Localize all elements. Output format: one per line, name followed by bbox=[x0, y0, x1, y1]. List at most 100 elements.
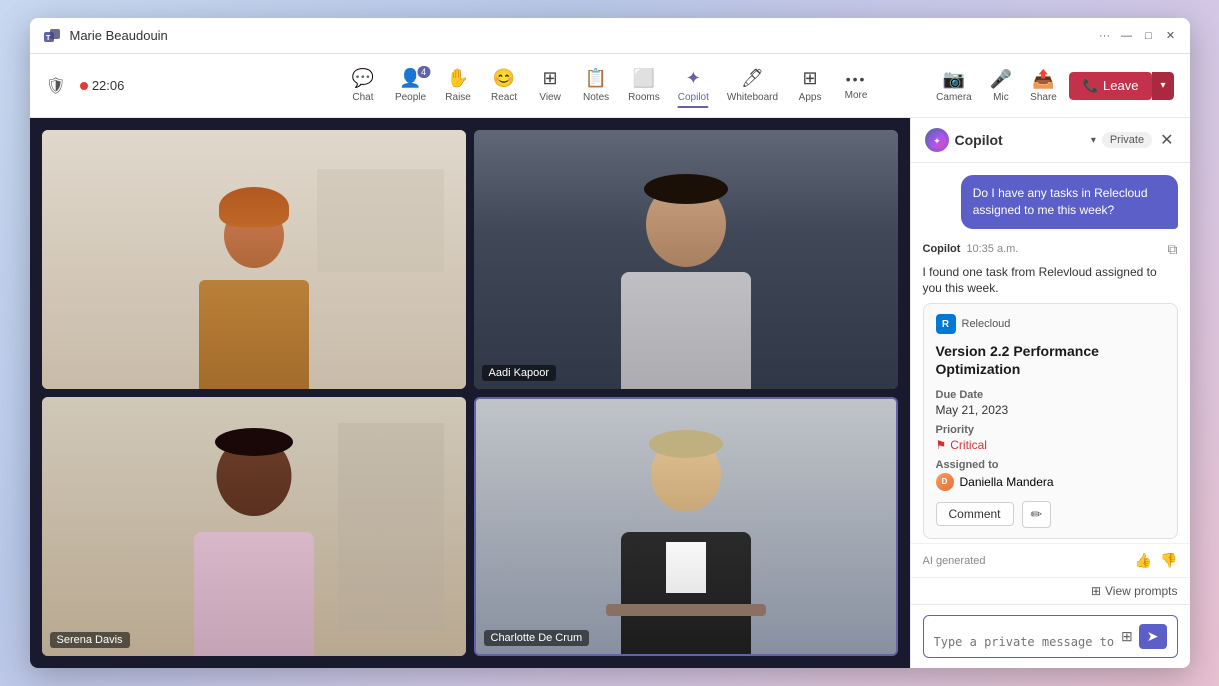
teams-window: T Marie Beaudouin ··· — □ ✕ 🛡 22:06 💬 Ch… bbox=[30, 18, 1190, 668]
svg-text:T: T bbox=[46, 35, 51, 42]
window-title: Marie Beaudouin bbox=[70, 28, 1098, 43]
video-grid: Aadi Kapoor Serena Davis bbox=[30, 118, 910, 668]
close-button[interactable]: ✕ bbox=[1164, 29, 1178, 43]
send-button[interactable]: ➤ bbox=[1139, 624, 1167, 649]
toolbar-raise[interactable]: ✋ Raise bbox=[436, 64, 480, 107]
toolbar-more[interactable]: ••• More bbox=[834, 67, 878, 105]
assigned-label: Assigned to bbox=[936, 459, 1165, 471]
minimize-button[interactable]: — bbox=[1120, 29, 1134, 43]
rooms-label: Rooms bbox=[628, 92, 660, 103]
copilot-messages: Do I have any tasks in Relecloud assigne… bbox=[911, 163, 1190, 543]
camera-icon: 📷 bbox=[943, 69, 965, 90]
view-prompts-button[interactable]: ⊞ View prompts bbox=[1091, 584, 1178, 598]
whiteboard-icon: 🖊 bbox=[741, 68, 764, 89]
prompts-icon: ⊞ bbox=[1091, 584, 1101, 598]
attach-icon[interactable]: ⊞ bbox=[1121, 628, 1133, 645]
window-controls: ··· — □ ✕ bbox=[1098, 29, 1178, 43]
thumbs-down-icon[interactable]: 👎 bbox=[1160, 552, 1177, 569]
copilot-icon: ✦ bbox=[686, 68, 701, 89]
camera-button[interactable]: 📷 Camera bbox=[930, 65, 978, 107]
chat-input-icons: ⊞ ➤ bbox=[1121, 624, 1166, 649]
more-icon: ••• bbox=[846, 71, 867, 87]
rooms-icon: ⬜ bbox=[633, 68, 655, 89]
mic-label: Mic bbox=[993, 92, 1009, 103]
leave-dropdown-button[interactable]: ▾ bbox=[1152, 72, 1173, 100]
toolbar-people[interactable]: 👤 People 4 bbox=[387, 64, 434, 107]
recording-time: 22:06 bbox=[92, 78, 125, 93]
react-label: React bbox=[491, 92, 517, 103]
more-label: More bbox=[845, 90, 868, 101]
copilot-panel: ✦ Copilot ▾ Private ✕ Do I have any task… bbox=[910, 118, 1190, 668]
task-assigned-field: Assigned to D Daniella Mandera bbox=[936, 459, 1165, 491]
mic-button[interactable]: 🎤 Mic bbox=[984, 65, 1018, 107]
copilot-input-area: ⊞ ➤ bbox=[911, 604, 1190, 668]
chat-icon: 💬 bbox=[352, 68, 374, 89]
priority-label: Priority bbox=[936, 424, 1165, 436]
copilot-meta: Copilot 10:35 a.m. ⧉ bbox=[923, 241, 1178, 258]
copilot-message-text: I found one task from Relevloud assigned… bbox=[923, 264, 1178, 298]
relecloud-name: Relecloud bbox=[962, 318, 1011, 330]
share-button[interactable]: 📤 Share bbox=[1024, 65, 1063, 107]
comment-button[interactable]: Comment bbox=[936, 502, 1014, 526]
toolbar-copilot[interactable]: ✦ Copilot bbox=[670, 64, 717, 107]
copy-icon[interactable]: ⧉ bbox=[1168, 241, 1178, 258]
toolbar: 🛡 22:06 💬 Chat 👤 People 4 ✋ Raise 😊 bbox=[30, 54, 1190, 118]
video-cell-p4: Charlotte De Crum bbox=[474, 397, 898, 656]
copilot-title: Copilot bbox=[955, 132, 1085, 148]
svg-text:✦: ✦ bbox=[933, 136, 941, 146]
toolbar-whiteboard[interactable]: 🖊 Whiteboard bbox=[719, 64, 786, 107]
toolbar-apps[interactable]: ⊞ Apps bbox=[788, 64, 832, 107]
copilot-sender-name: Copilot bbox=[923, 243, 961, 255]
chat-input-field[interactable] bbox=[934, 635, 1116, 649]
recording-dot bbox=[80, 82, 88, 90]
maximize-button[interactable]: □ bbox=[1142, 29, 1156, 43]
main-content: Aadi Kapoor Serena Davis bbox=[30, 118, 1190, 668]
task-title: Version 2.2 Performance Optimization bbox=[936, 342, 1165, 378]
ai-generated-label: AI generated bbox=[923, 555, 986, 567]
task-actions: Comment ✏ bbox=[936, 501, 1165, 528]
video-cell-p3: Serena Davis bbox=[42, 397, 466, 656]
copilot-dropdown-button[interactable]: ▾ bbox=[1091, 135, 1096, 146]
view-prompts-bar: ⊞ View prompts bbox=[911, 577, 1190, 604]
assignee-avatar: D bbox=[936, 473, 954, 491]
toolbar-view[interactable]: ⊞ View bbox=[528, 64, 572, 107]
due-date-value: May 21, 2023 bbox=[936, 403, 1165, 417]
more-options-button[interactable]: ··· bbox=[1098, 29, 1112, 43]
thumbs-up-icon[interactable]: 👍 bbox=[1135, 552, 1152, 569]
copilot-label: Copilot bbox=[678, 92, 709, 103]
copilot-close-button[interactable]: ✕ bbox=[1158, 128, 1175, 152]
notes-icon: 📋 bbox=[585, 68, 607, 89]
user-message: Do I have any tasks in Relecloud assigne… bbox=[961, 175, 1178, 229]
video-cell-p2: Aadi Kapoor bbox=[474, 130, 898, 389]
toolbar-notes[interactable]: 📋 Notes bbox=[574, 64, 618, 107]
toolbar-chat[interactable]: 💬 Chat bbox=[341, 64, 385, 107]
copilot-panel-header: ✦ Copilot ▾ Private ✕ bbox=[911, 118, 1190, 163]
priority-value: ⚑ Critical bbox=[936, 438, 1165, 452]
apps-label: Apps bbox=[799, 92, 822, 103]
toolbar-rooms[interactable]: ⬜ Rooms bbox=[620, 64, 668, 107]
raise-label: Raise bbox=[445, 92, 471, 103]
task-priority-field: Priority ⚑ Critical bbox=[936, 424, 1165, 452]
leave-button[interactable]: 📞 Leave bbox=[1069, 72, 1153, 100]
recording-indicator: 22:06 bbox=[80, 78, 125, 93]
share-icon: 📤 bbox=[1032, 69, 1054, 90]
name-tag-charlotte: Charlotte De Crum bbox=[484, 630, 590, 646]
private-badge: Private bbox=[1102, 132, 1152, 148]
shield-icon: 🛡 bbox=[46, 76, 66, 96]
video-cell-p1 bbox=[42, 130, 466, 389]
toolbar-react[interactable]: 😊 React bbox=[482, 64, 526, 107]
ai-generated-footer: AI generated 👍 👎 bbox=[911, 543, 1190, 577]
share-label: Share bbox=[1030, 92, 1057, 103]
leave-group: 📞 Leave ▾ bbox=[1069, 72, 1174, 100]
copilot-message-block: Copilot 10:35 a.m. ⧉ I found one task fr… bbox=[923, 241, 1178, 539]
teams-logo-icon: T bbox=[42, 26, 62, 46]
edit-button[interactable]: ✏ bbox=[1022, 501, 1052, 528]
notes-label: Notes bbox=[583, 92, 609, 103]
people-label: People bbox=[395, 92, 426, 103]
mic-icon: 🎤 bbox=[990, 69, 1012, 90]
name-tag-aadi: Aadi Kapoor bbox=[482, 365, 557, 381]
chat-input-box: ⊞ ➤ bbox=[923, 615, 1178, 658]
people-badge: 4 bbox=[417, 66, 430, 78]
assigned-to-value: D Daniella Mandera bbox=[936, 473, 1165, 491]
react-icon: 😊 bbox=[493, 68, 515, 89]
